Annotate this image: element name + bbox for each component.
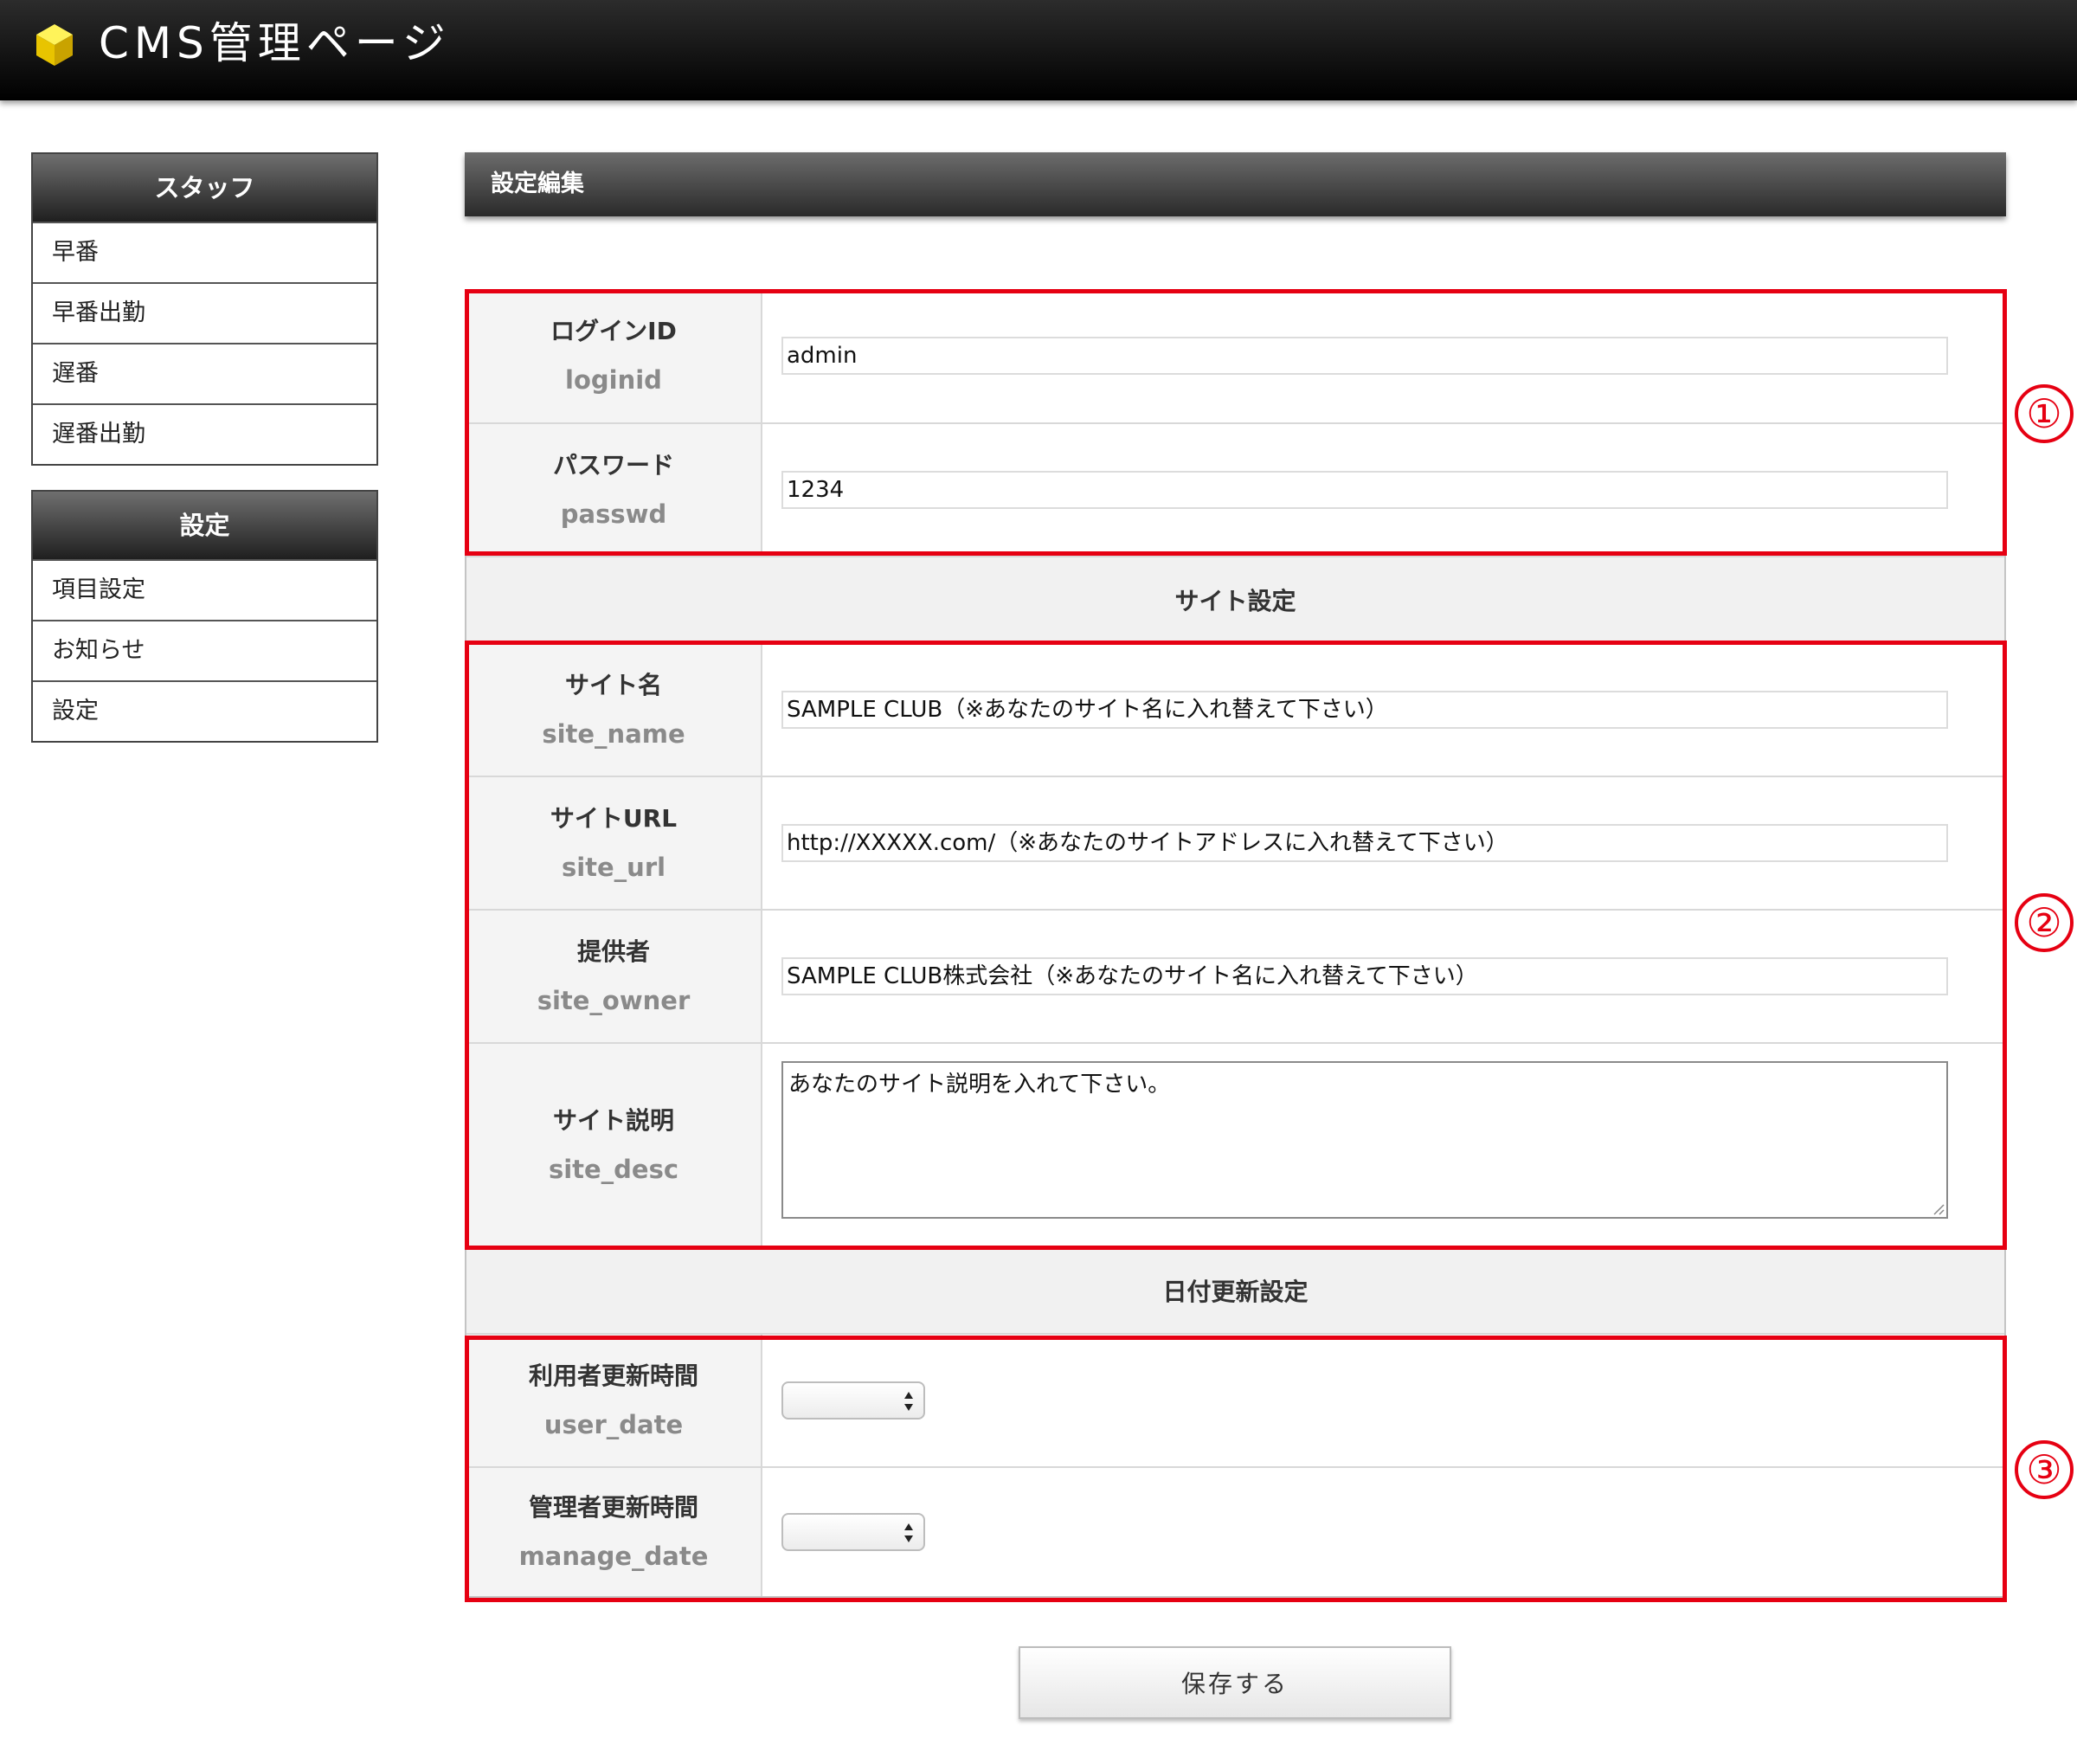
sidebar-item-late-attendance[interactable]: 遅番出勤 (33, 403, 376, 464)
manage-date-select[interactable] (781, 1513, 925, 1551)
form-row-manage-date: 管理者更新時間 manage_date (466, 1466, 2004, 1596)
resize-grip-icon[interactable] (1931, 1201, 1945, 1215)
field-key: site_name (542, 719, 685, 749)
form-row-site-url: サイトURL site_url http://XXXXX.com/（※あなたのサ… (466, 776, 2004, 909)
site-name-input[interactable]: SAMPLE CLUB（※あなたのサイト名に入れ替えて下さい） (781, 691, 1948, 729)
sidebar-settings-title: 設定 (33, 492, 376, 559)
field-label-cell: 利用者更新時間 user_date (466, 1335, 762, 1466)
field-key: loginid (565, 365, 662, 395)
field-cell: SAMPLE CLUB株式会社（※あなたのサイト名に入れ替えて下さい） (762, 911, 2004, 1042)
sidebar-staff-title: スタッフ (33, 154, 376, 222)
sidebar-item-early-attendance[interactable]: 早番出勤 (33, 282, 376, 343)
form-row-site-name: サイト名 site_name SAMPLE CLUB（※あなたのサイト名に入れ替… (466, 642, 2004, 776)
field-label: パスワード (552, 451, 674, 480)
field-label-cell: ログインID loginid (466, 289, 762, 422)
select-arrows-icon (904, 1392, 913, 1411)
field-label-cell: サイトURL site_url (466, 777, 762, 909)
field-cell: 1234 (762, 424, 2004, 556)
annotation-number-2: ② (2015, 893, 2074, 952)
field-label-cell: 提供者 site_owner (466, 911, 762, 1042)
field-key: site_url (561, 853, 666, 882)
field-key: user_date (543, 1410, 684, 1439)
group-header-date: 日付更新設定 (466, 1246, 2004, 1333)
sidebar-settings-panel: 設定 項目設定 お知らせ 設定 (31, 490, 378, 743)
section-title: 設定編集 (465, 152, 2006, 216)
site-url-input[interactable]: http://XXXXX.com/（※あなたのサイトアドレスに入れ替えて下さい） (781, 824, 1948, 862)
group-header-site: サイト設定 (466, 556, 2004, 642)
settings-form: ログインID loginid admin パスワード passwd 1234 サ… (465, 289, 2006, 1598)
field-label: サイト名 (564, 671, 662, 699)
field-cell (762, 1335, 2004, 1466)
save-button[interactable]: 保存する (1019, 1646, 1451, 1719)
sidebar-item-notices[interactable]: お知らせ (33, 620, 376, 680)
field-label-cell: サイト説明 site_desc (466, 1044, 762, 1246)
user-date-select[interactable] (781, 1381, 925, 1420)
field-key: passwd (560, 499, 667, 529)
site-desc-textarea[interactable]: あなたのサイト説明を入れて下さい。 (781, 1061, 1948, 1219)
field-label-cell: パスワード passwd (466, 424, 762, 556)
sidebar-item-field-settings[interactable]: 項目設定 (33, 559, 376, 620)
annotation-number-3: ③ (2015, 1440, 2074, 1499)
form-row-passwd: パスワード passwd 1234 (466, 422, 2004, 556)
sidebar-staff-panel: スタッフ 早番 早番出勤 遅番 遅番出勤 (31, 152, 378, 466)
sidebar-item-early-shift[interactable]: 早番 (33, 222, 376, 282)
top-bar: CMS管理ページ (0, 0, 2077, 100)
field-cell: SAMPLE CLUB（※あなたのサイト名に入れ替えて下さい） (762, 644, 2004, 776)
form-row-user-date: 利用者更新時間 user_date (466, 1333, 2004, 1466)
form-row-site-desc: サイト説明 site_desc あなたのサイト説明を入れて下さい。 (466, 1042, 2004, 1246)
field-key: site_owner (537, 986, 691, 1015)
field-cell: あなたのサイト説明を入れて下さい。 (762, 1044, 2004, 1246)
password-input[interactable]: 1234 (781, 471, 1948, 509)
app-title: CMS管理ページ (99, 18, 451, 68)
field-label: ログインID (550, 317, 677, 345)
field-label: 管理者更新時間 (528, 1493, 698, 1522)
sidebar-item-settings[interactable]: 設定 (33, 680, 376, 741)
field-label-cell: 管理者更新時間 manage_date (466, 1468, 762, 1596)
field-label: 提供者 (576, 937, 650, 966)
field-label: 利用者更新時間 (528, 1362, 698, 1390)
yellow-cube-icon (36, 24, 73, 66)
field-label-cell: サイト名 site_name (466, 644, 762, 776)
site-owner-input[interactable]: SAMPLE CLUB株式会社（※あなたのサイト名に入れ替えて下さい） (781, 957, 1948, 995)
annotation-number-1: ① (2015, 384, 2074, 443)
site-desc-text: あなたのサイト説明を入れて下さい。 (788, 1072, 1171, 1098)
field-key: manage_date (518, 1542, 709, 1571)
field-label: サイトURL (550, 804, 678, 833)
sidebar-item-late-shift[interactable]: 遅番 (33, 343, 376, 403)
field-key: site_desc (548, 1155, 679, 1184)
loginid-input[interactable]: admin (781, 337, 1948, 375)
field-cell: http://XXXXX.com/（※あなたのサイトアドレスに入れ替えて下さい） (762, 777, 2004, 909)
form-row-site-owner: 提供者 site_owner SAMPLE CLUB株式会社（※あなたのサイト名… (466, 909, 2004, 1042)
field-label: サイト説明 (552, 1106, 674, 1135)
select-arrows-icon (904, 1523, 913, 1542)
field-cell: admin (762, 289, 2004, 422)
form-row-loginid: ログインID loginid admin (466, 289, 2004, 422)
field-cell (762, 1468, 2004, 1596)
